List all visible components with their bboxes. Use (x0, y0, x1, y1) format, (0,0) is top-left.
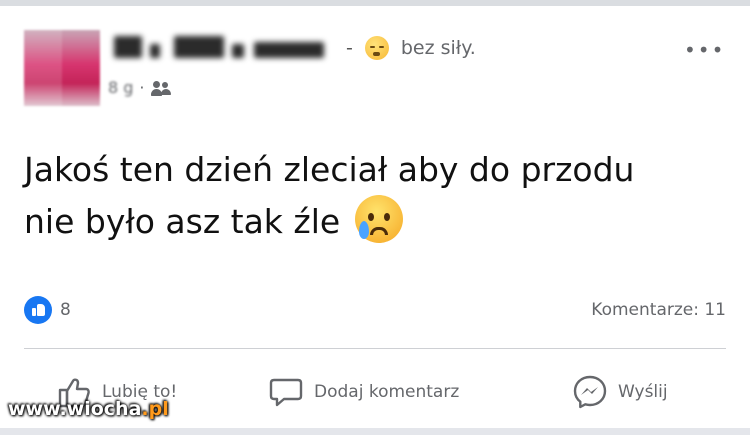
send-button-label: Wyślij (618, 382, 668, 402)
post-text: Jakoś ten dzień zleciał aby do przodu ni… (24, 144, 724, 247)
post-time[interactable]: 8 g (108, 78, 133, 97)
bottom-border (0, 428, 750, 435)
comment-icon (269, 378, 303, 407)
feeling-text: bez siły. (400, 37, 476, 59)
post-card: - bez siły. 8 g · ••• Jakoś ten dzień zl… (0, 6, 750, 435)
friends-icon[interactable] (150, 80, 173, 96)
author-name-blurred (254, 42, 324, 58)
watermark: www.wiocha.pl (8, 398, 169, 420)
comment-button-label: Dodaj komentarz (314, 382, 460, 402)
like-reaction-icon (24, 296, 52, 324)
avatar[interactable] (24, 30, 100, 106)
meta-separator: · (139, 78, 145, 97)
likes-count: 8 (60, 300, 71, 320)
comment-button[interactable]: Dodaj komentarz (268, 368, 459, 416)
author-name-blurred (150, 44, 160, 58)
feeling-status: - bez siły. (346, 36, 476, 60)
post-text-line-1: Jakoś ten dzień zleciał aby do przodu (24, 150, 635, 189)
crying-face-icon (354, 195, 403, 243)
post-text-line-2-row: nie było asz tak źle (24, 195, 724, 247)
divider (24, 348, 726, 349)
send-button[interactable]: Wyślij (572, 368, 668, 416)
comments-count[interactable]: Komentarze: 11 (591, 300, 726, 320)
post-text-line-2: nie było asz tak źle (24, 202, 341, 241)
author-name-blurred (174, 36, 224, 58)
post-meta: 8 g · (108, 78, 173, 97)
reactions-summary[interactable]: 8 (24, 296, 71, 324)
author-name-blurred (232, 44, 244, 58)
watermark-main: www.wiocha (8, 398, 142, 420)
more-options-button[interactable]: ••• (684, 40, 725, 60)
watermark-accent: .pl (141, 398, 169, 420)
messenger-icon (573, 375, 607, 409)
feeling-dash: - (346, 37, 353, 59)
author-name-blurred[interactable] (114, 36, 142, 58)
exhausted-face-icon (364, 36, 389, 60)
